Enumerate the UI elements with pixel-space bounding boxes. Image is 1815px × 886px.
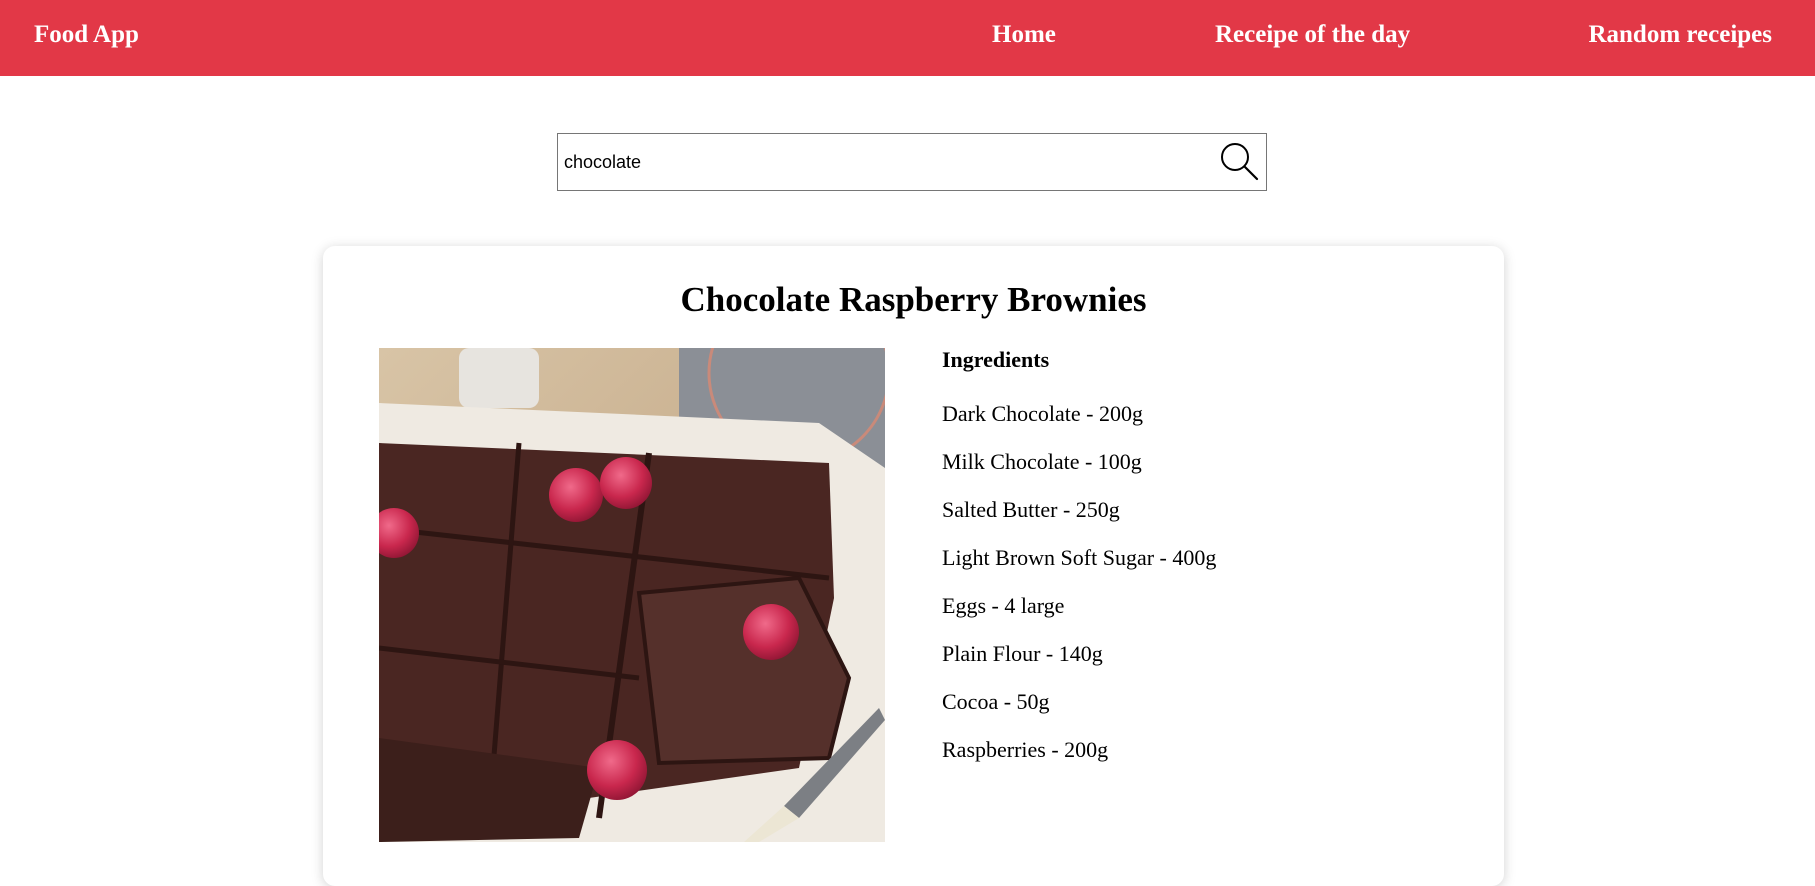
- search-icon: [1221, 143, 1259, 181]
- ingredient-item: Light Brown Soft Sugar - 400g: [942, 545, 1217, 570]
- nav-link-home[interactable]: Home: [992, 0, 1056, 70]
- recipe-title: Chocolate Raspberry Brownies: [680, 280, 1147, 319]
- navbar: Food App Home Receipe of the day Random …: [0, 0, 1815, 76]
- ingredient-item: Salted Butter - 250g: [942, 497, 1120, 522]
- ingredient-item: Dark Chocolate - 200g: [942, 401, 1143, 426]
- search-button[interactable]: [1216, 139, 1262, 185]
- ingredient-item: Milk Chocolate - 100g: [942, 449, 1142, 474]
- ingredients-section: Ingredients Dark Chocolate - 200g Milk C…: [942, 345, 1462, 762]
- ingredient-item: Eggs - 4 large: [942, 593, 1065, 618]
- search-bar: [557, 133, 1267, 191]
- recipe-image: [379, 348, 885, 842]
- ingredient-list: Dark Chocolate - 200g Milk Chocolate - 1…: [942, 400, 1216, 784]
- brand-logo[interactable]: Food App: [34, 0, 139, 70]
- nav-link-random-recipes[interactable]: Random receipes: [1588, 0, 1772, 70]
- ingredient-item: Plain Flour - 140g: [942, 641, 1103, 666]
- ingredient-item: Raspberries - 200g: [942, 737, 1109, 762]
- ingredients-heading: Ingredients: [942, 347, 1050, 372]
- search-input[interactable]: [558, 134, 1198, 190]
- nav-link-recipe-of-the-day[interactable]: Receipe of the day: [1215, 0, 1410, 70]
- ingredient-item: Cocoa - 50g: [942, 689, 1050, 714]
